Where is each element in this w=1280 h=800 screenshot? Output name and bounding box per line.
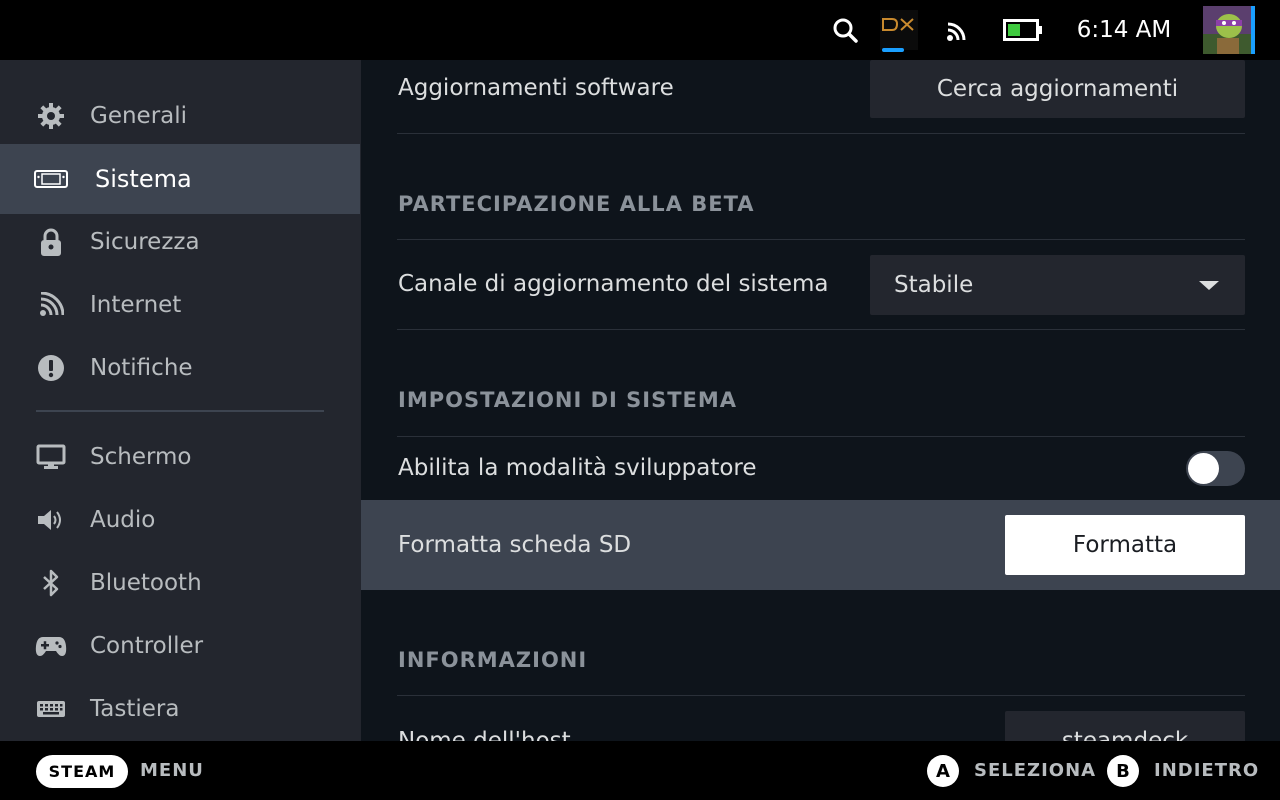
sidebar-divider	[36, 410, 324, 412]
section-title-info: INFORMAZIONI	[398, 648, 588, 672]
sidebar-item-label: Controller	[90, 632, 204, 659]
bluetooth-icon	[34, 566, 68, 600]
developer-mode-label: Abilita la modalità sviluppatore	[398, 455, 757, 481]
monitor-icon	[34, 440, 68, 474]
active-tab-indicator	[882, 48, 904, 52]
gamepad-icon	[34, 629, 68, 663]
settings-sidebar: Generali Sistema Sicurezza Internet Noti…	[0, 60, 361, 741]
steamdeck-icon	[34, 162, 68, 196]
format-sd-label: Formatta scheda SD	[398, 532, 632, 558]
section-title-system: IMPOSTAZIONI DI SISTEMA	[398, 388, 738, 412]
divider	[397, 239, 1245, 240]
developer-mode-toggle[interactable]	[1186, 451, 1245, 486]
keyboard-icon	[34, 692, 68, 726]
gear-icon	[34, 99, 68, 133]
check-updates-button[interactable]: Cerca aggiornamenti	[870, 60, 1245, 118]
toggle-knob	[1188, 453, 1219, 484]
sidebar-item-generali[interactable]: Generali	[0, 84, 360, 147]
sidebar-item-label: Tastiera	[90, 695, 180, 722]
sidebar-item-label: Bluetooth	[90, 569, 202, 596]
dx-icon[interactable]	[880, 10, 918, 52]
sidebar-item-label: Audio	[90, 506, 156, 533]
software-updates-label: Aggiornamenti software	[398, 75, 674, 101]
sidebar-item-controller[interactable]: Controller	[0, 614, 360, 677]
sidebar-item-audio[interactable]: Audio	[0, 488, 360, 551]
avatar[interactable]	[1203, 6, 1255, 54]
sidebar-item-label: Sicurezza	[90, 228, 200, 255]
sidebar-item-notifiche[interactable]: Notifiche	[0, 336, 360, 399]
format-button[interactable]: Formatta	[1005, 515, 1245, 575]
search-icon[interactable]	[830, 0, 860, 60]
sidebar-item-internet[interactable]: Internet	[0, 273, 360, 336]
lock-icon	[34, 225, 68, 259]
chevron-down-icon	[1199, 281, 1219, 290]
a-button-icon[interactable]: A	[927, 755, 959, 787]
hostname-label: Nome dell'host	[398, 728, 571, 741]
clock: 6:14 AM	[1076, 17, 1172, 43]
sidebar-item-label: Schermo	[90, 443, 192, 470]
update-channel-label: Canale di aggiornamento del sistema	[398, 271, 829, 297]
status-bar: 6:14 AM	[0, 0, 1280, 60]
divider	[397, 436, 1245, 437]
sidebar-item-label: Sistema	[95, 165, 192, 193]
sidebar-item-label: Generali	[90, 102, 188, 129]
hostname-button[interactable]: steamdeck	[1005, 711, 1245, 741]
sidebar-item-tastiera[interactable]: Tastiera	[0, 677, 360, 740]
steam-button[interactable]: STEAM	[36, 755, 128, 788]
divider	[397, 133, 1245, 134]
sidebar-item-sicurezza[interactable]: Sicurezza	[0, 210, 360, 273]
back-label: INDIETRO	[1154, 760, 1260, 781]
battery-icon[interactable]	[1002, 0, 1044, 60]
sidebar-item-bluetooth[interactable]: Bluetooth	[0, 551, 360, 614]
speaker-icon	[34, 503, 68, 537]
sidebar-item-label: Internet	[90, 291, 182, 318]
select-label: SELEZIONA	[974, 760, 1097, 781]
wifi-icon	[34, 288, 68, 322]
wifi-icon[interactable]	[943, 0, 973, 60]
sidebar-item-sistema[interactable]: Sistema	[0, 144, 360, 214]
divider	[397, 695, 1245, 696]
divider	[397, 329, 1245, 330]
sidebar-item-label: Notifiche	[90, 354, 193, 381]
menu-label: MENU	[140, 760, 204, 781]
bottom-bar: STEAM MENU A SELEZIONA B INDIETRO	[0, 741, 1280, 800]
section-title-beta: PARTECIPAZIONE ALLA BETA	[398, 192, 755, 216]
dropdown-value: Stabile	[894, 272, 974, 298]
update-channel-dropdown[interactable]: Stabile	[870, 255, 1245, 315]
sidebar-item-schermo[interactable]: Schermo	[0, 425, 360, 488]
settings-content: Aggiornamenti software Cerca aggiornamen…	[361, 60, 1280, 741]
alert-icon	[34, 351, 68, 385]
b-button-icon[interactable]: B	[1107, 755, 1139, 787]
